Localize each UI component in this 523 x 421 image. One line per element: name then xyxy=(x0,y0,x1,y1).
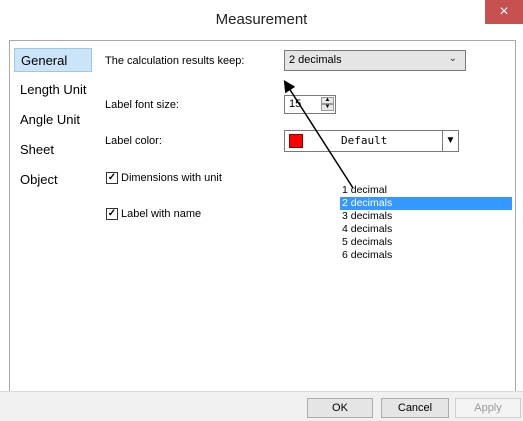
apply-button[interactable]: Apply xyxy=(455,398,521,418)
dropdown-option[interactable]: 3 decimals xyxy=(340,210,512,223)
sidebar: General Length Unit Angle Unit Sheet Obj… xyxy=(9,40,98,392)
dialog-body: General Length Unit Angle Unit Sheet Obj… xyxy=(0,38,523,421)
decimals-select-value: 2 decimals xyxy=(289,54,342,66)
dropdown-option-selected[interactable]: 2 decimals xyxy=(340,197,512,210)
title-bar: Measurement × xyxy=(0,0,523,38)
close-icon: × xyxy=(499,3,509,20)
decimals-select[interactable]: 2 decimals ⌄ xyxy=(284,50,466,71)
sidebar-item-sheet[interactable]: Sheet xyxy=(14,138,92,162)
sidebar-item-angle-unit[interactable]: Angle Unit xyxy=(14,108,92,132)
font-size-value: 15 xyxy=(289,98,302,110)
font-size-label: Label font size: xyxy=(105,99,179,111)
dropdown-option[interactable]: 6 decimals xyxy=(340,249,512,262)
dropdown-option[interactable]: 1 decimal xyxy=(340,184,512,197)
stepper-down-icon[interactable]: ▼ xyxy=(321,104,334,111)
calc-results-label: The calculation results keep: xyxy=(105,55,245,67)
dimensions-checkbox-label: Dimensions with unit xyxy=(121,172,222,184)
stepper-up-icon[interactable]: ▲ xyxy=(321,97,334,104)
ok-button[interactable]: OK xyxy=(307,398,373,418)
dialog-footer: OK Cancel Apply xyxy=(0,391,523,421)
dropdown-option[interactable]: 4 decimals xyxy=(340,223,512,236)
dropdown-option[interactable]: 5 decimals xyxy=(340,236,512,249)
sidebar-item-length-unit[interactable]: Length Unit xyxy=(14,78,92,102)
chevron-down-icon: ⌄ xyxy=(448,53,457,64)
dropdown-arrow-icon: ▼ xyxy=(442,131,458,151)
decimals-dropdown-list: 1 decimal 2 decimals 3 decimals 4 decima… xyxy=(340,184,512,266)
close-button[interactable]: × xyxy=(485,0,523,24)
label-name-checkbox[interactable]: ✓ xyxy=(106,208,118,220)
color-swatch xyxy=(289,134,303,148)
label-color-picker[interactable]: Default ▼ xyxy=(284,130,459,152)
dimensions-checkbox[interactable]: ✓ xyxy=(106,172,118,184)
font-size-stepper[interactable]: 15 ▲ ▼ xyxy=(284,95,336,114)
sidebar-item-general[interactable]: General xyxy=(14,48,92,72)
sidebar-item-object[interactable]: Object xyxy=(14,168,92,192)
window-title: Measurement xyxy=(215,11,308,28)
label-name-checkbox-label: Label with name xyxy=(121,208,202,220)
label-color-label: Label color: xyxy=(105,135,162,147)
cancel-button[interactable]: Cancel xyxy=(381,398,449,418)
label-color-value: Default xyxy=(341,134,388,147)
general-settings-panel: The calculation results keep: 2 decimals… xyxy=(96,40,516,392)
stepper-buttons: ▲ ▼ xyxy=(321,97,334,112)
